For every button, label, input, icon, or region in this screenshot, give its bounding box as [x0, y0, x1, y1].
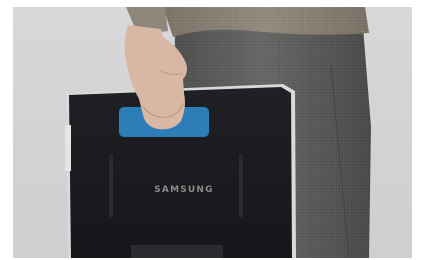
device-brand-logo: SAMSUNG	[154, 185, 214, 195]
photo-scene	[65, 7, 371, 258]
product-photo: SAMSUNG	[13, 7, 412, 258]
